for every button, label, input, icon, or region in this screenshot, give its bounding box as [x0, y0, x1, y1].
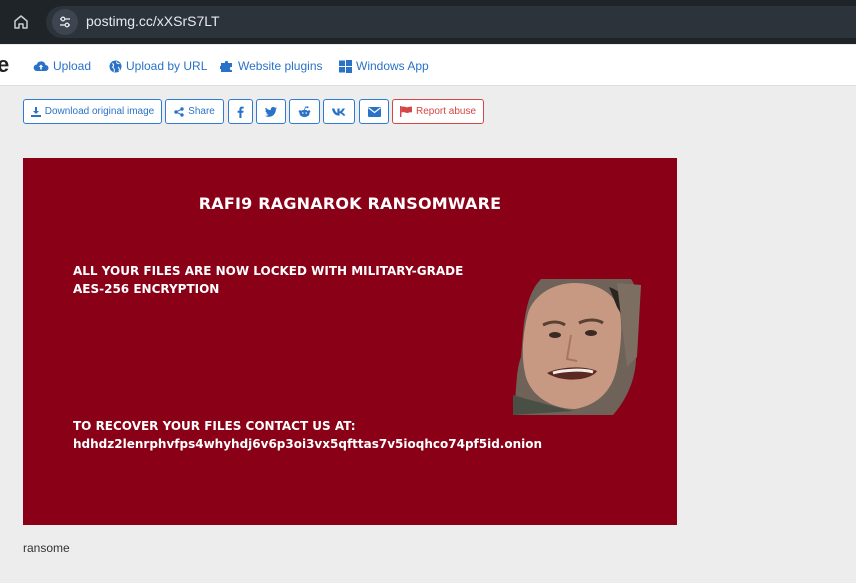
reddit-share-button[interactable] — [289, 99, 320, 124]
image-caption: ransome — [23, 541, 70, 555]
nav-windows-app[interactable]: Windows App — [339, 58, 429, 74]
face-photo — [513, 279, 641, 415]
email-share-button[interactable] — [359, 99, 389, 124]
home-icon[interactable] — [8, 9, 34, 35]
share-button[interactable]: Share — [165, 99, 224, 124]
reddit-icon — [298, 105, 311, 117]
ransom-text-line-3: TO RECOVER YOUR FILES CONTACT US AT: — [73, 419, 356, 433]
download-original-button[interactable]: Download original image — [23, 99, 162, 124]
nav-website-plugins[interactable]: Website plugins — [220, 58, 323, 74]
cloud-upload-icon — [33, 61, 49, 72]
flag-icon — [399, 106, 412, 117]
twitter-share-button[interactable] — [256, 99, 286, 124]
nav-upload[interactable]: Upload — [33, 58, 91, 74]
share-icon — [174, 106, 184, 117]
ransom-text-line-2: AES-256 ENCRYPTION — [73, 282, 220, 296]
nav-upload-by-url[interactable]: Upload by URL — [109, 58, 207, 74]
share-label: Share — [188, 106, 215, 117]
brand-logo-text[interactable]: e — [0, 52, 9, 78]
onion-address: hdhdz2lenrphvfps4whyhdj6v6p3oi3vx5qfttas… — [73, 437, 543, 451]
facebook-share-button[interactable] — [228, 99, 253, 124]
ransom-note-image[interactable]: RAFI9 RAGNAROK RANSOMWARE ALL YOUR FILES… — [23, 158, 677, 525]
nav-upload-label: Upload — [53, 59, 92, 73]
nav-windows-app-label: Windows App — [356, 59, 429, 73]
download-icon — [30, 106, 41, 117]
site-info-icon[interactable] — [52, 9, 78, 35]
site-nav: e Upload Upload by URL Website plugins W… — [0, 45, 856, 86]
envelope-icon — [367, 106, 381, 117]
vk-icon — [332, 108, 346, 116]
vk-share-button[interactable] — [323, 99, 355, 124]
ransom-title: RAFI9 RAGNAROK RANSOMWARE — [198, 194, 502, 213]
nav-upload-by-url-label: Upload by URL — [126, 59, 208, 73]
report-abuse-button[interactable]: Report abuse — [392, 99, 484, 124]
twitter-icon — [265, 106, 277, 117]
puzzle-icon — [220, 60, 232, 72]
globe-icon — [109, 60, 122, 72]
nav-website-plugins-label: Website plugins — [238, 59, 323, 73]
windows-icon — [339, 59, 352, 73]
report-abuse-label: Report abuse — [415, 106, 477, 117]
address-bar[interactable]: postimg.cc/xXSrS7LT — [46, 6, 856, 38]
browser-toolbar: postimg.cc/xXSrS7LT — [0, 0, 856, 44]
download-original-label: Download original image — [44, 106, 155, 117]
url-text[interactable]: postimg.cc/xXSrS7LT — [86, 13, 220, 29]
facebook-icon — [237, 106, 244, 118]
ransom-text-line-1: ALL YOUR FILES ARE NOW LOCKED WITH MILIT… — [73, 264, 464, 278]
